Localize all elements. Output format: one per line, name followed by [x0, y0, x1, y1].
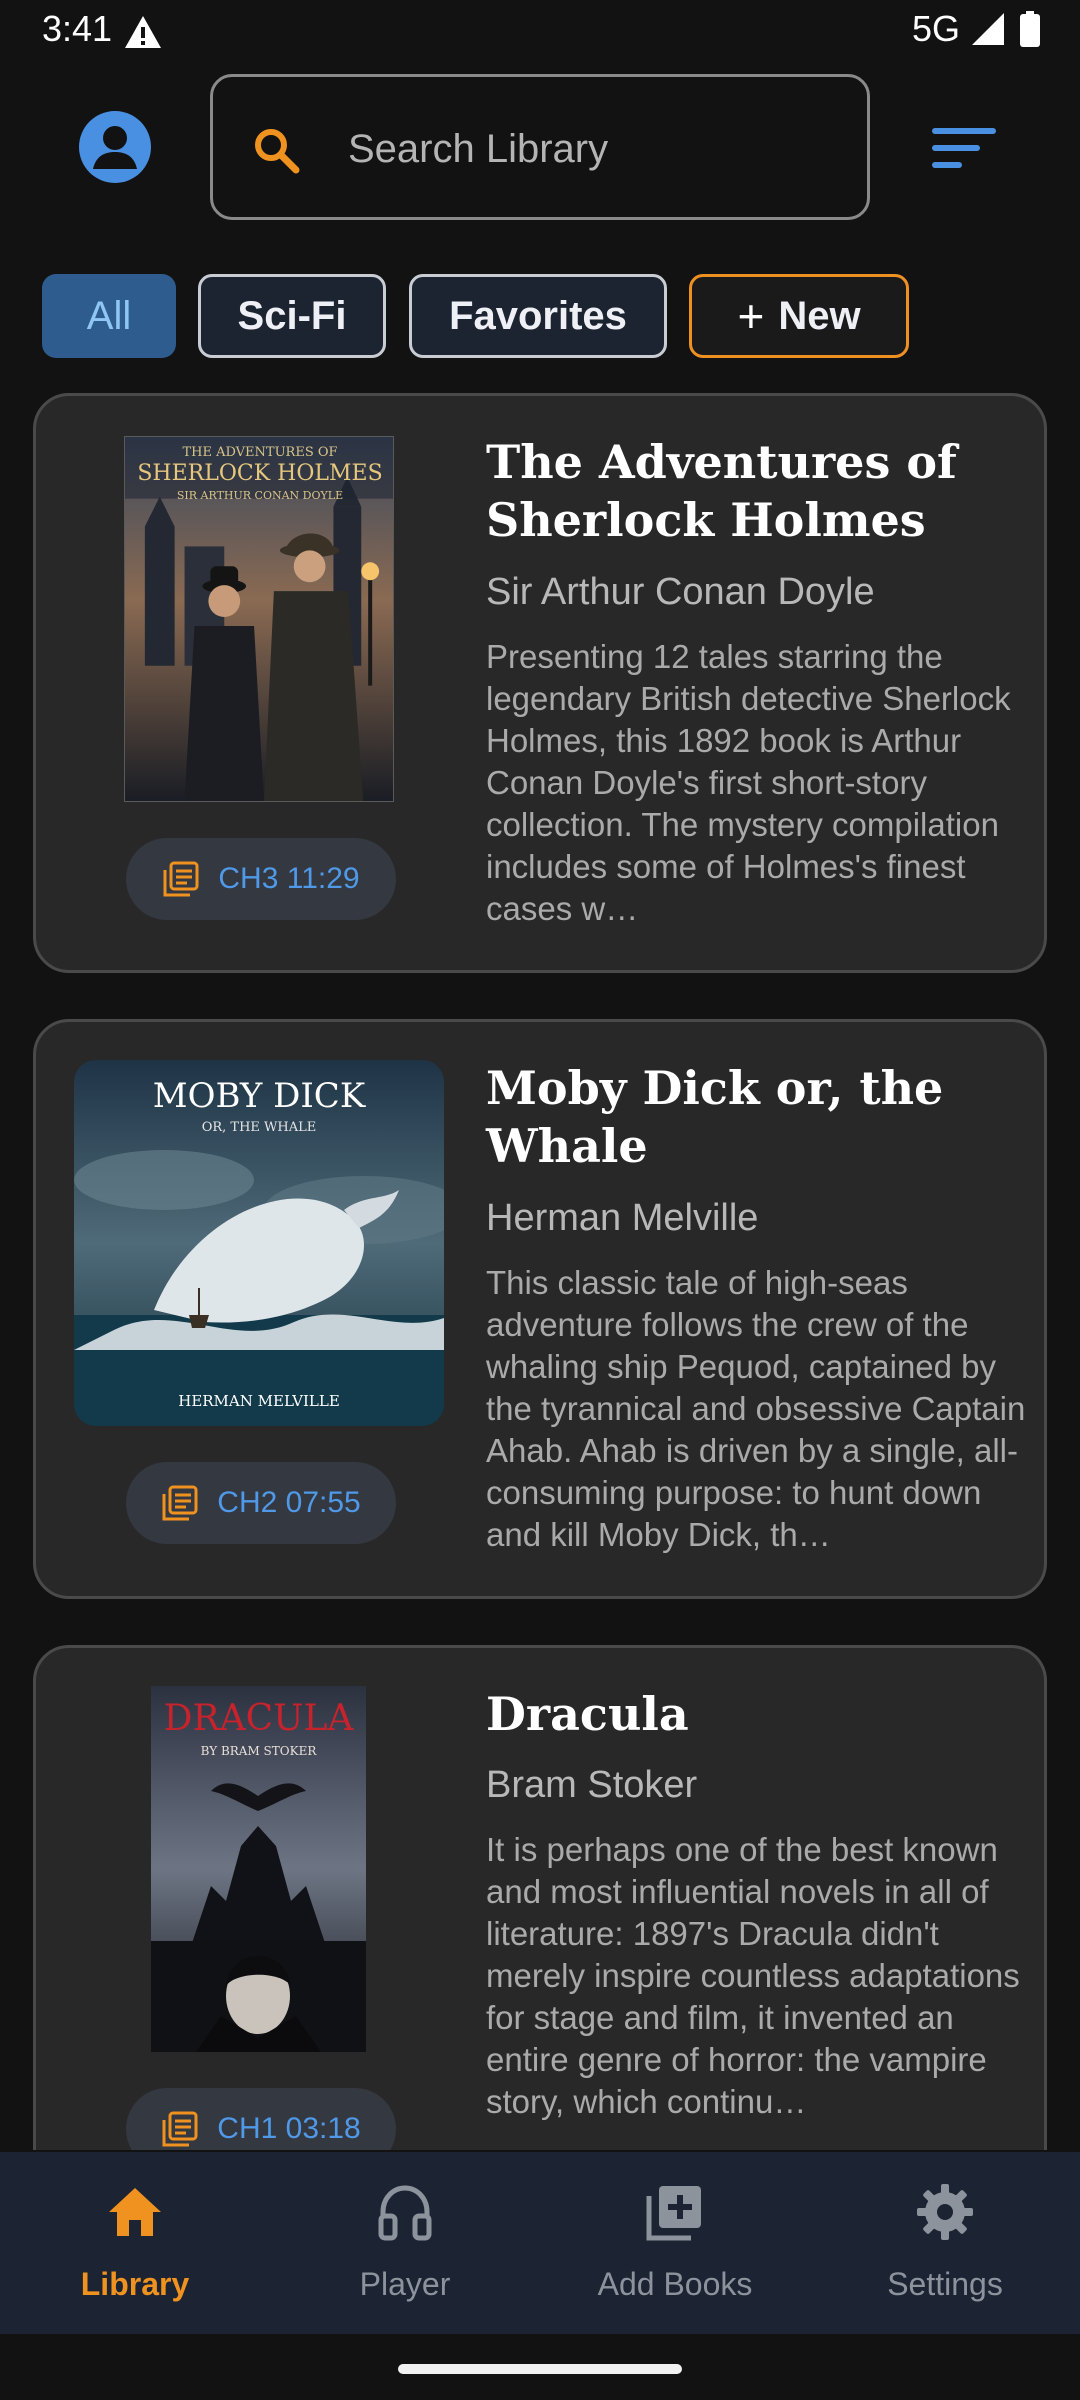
- cover-author: SIR ARTHUR CONAN DOYLE: [176, 489, 344, 502]
- signal-icon: [972, 13, 1004, 45]
- chip-label: All: [86, 293, 132, 338]
- cover-title: MOBY DICK: [152, 1076, 366, 1116]
- nav-item-add-books[interactable]: Add Books: [540, 2152, 810, 2334]
- search-bar[interactable]: [210, 74, 870, 220]
- book-cover-image: DRACULA BY BRAM STOKER: [151, 1686, 366, 2052]
- cover-subtitle: OR, THE WHALE: [201, 1120, 317, 1135]
- status-time: 3:41: [42, 8, 113, 49]
- nav-item-settings[interactable]: Settings: [810, 2152, 1080, 2334]
- chip-label: Sci-Fi: [237, 293, 347, 338]
- battery-icon: [1020, 11, 1040, 47]
- account-circle-icon[interactable]: [78, 110, 152, 184]
- book-cover-image: THE ADVENTURES OF SHERLOCK HOLMES SIR AR…: [124, 436, 394, 802]
- nav-label: Settings: [887, 2266, 1003, 2302]
- cover-author: BY BRAM STOKER: [200, 1744, 317, 1758]
- book-list[interactable]: THE ADVENTURES OF SHERLOCK HOLMES SIR AR…: [0, 380, 1080, 2150]
- add-library-icon: [646, 2186, 701, 2241]
- chapter-progress-text: CH3 11:29: [218, 862, 360, 895]
- book-description: This classic tale of high-seas adventure…: [486, 1264, 1026, 1553]
- chapter-progress-pill[interactable]: CH2 07:55: [126, 1462, 396, 1544]
- sort-icon[interactable]: [930, 124, 1000, 172]
- chip-label: Favorites: [449, 293, 627, 338]
- filter-chip-all[interactable]: All: [42, 274, 176, 358]
- nav-item-library[interactable]: Library: [0, 2152, 270, 2334]
- library-screen: 3:41 5G Search Library All Sci-Fi Favori…: [0, 0, 1080, 2400]
- plus-icon: +: [737, 290, 765, 342]
- search-icon: [255, 129, 300, 174]
- book-description: It is perhaps one of the best known and …: [486, 1831, 1020, 2120]
- filter-chip-sci-fi[interactable]: Sci-Fi: [198, 274, 386, 358]
- book-author: Sir Arthur Conan Doyle: [486, 571, 875, 613]
- status-bar: 3:41 5G: [0, 0, 1080, 62]
- home-icon: [109, 2188, 161, 2236]
- nav-item-player[interactable]: Player: [270, 2152, 540, 2334]
- search-input[interactable]: [348, 119, 828, 179]
- book-cover-image: MOBY DICK OR, THE WHALE HERMAN MELVILLE: [74, 1060, 444, 1426]
- book-description: Presenting 12 tales starring the legenda…: [486, 638, 1011, 927]
- alert-triangle-icon: [125, 16, 161, 48]
- chapters-icon: [162, 2111, 198, 2147]
- cover-title: SHERLOCK HOLMES: [137, 461, 383, 486]
- nav-label: Library: [80, 2266, 190, 2302]
- cover-author: HERMAN MELVILLE: [178, 1392, 340, 1410]
- book-card[interactable]: MOBY DICK OR, THE WHALE HERMAN MELVILLE …: [33, 1019, 1047, 1599]
- filter-chip-favorites[interactable]: Favorites: [409, 274, 667, 358]
- status-indicators: 5G: [912, 8, 1040, 50]
- gesture-handle[interactable]: [398, 2364, 682, 2374]
- book-card[interactable]: THE ADVENTURES OF SHERLOCK HOLMES SIR AR…: [33, 393, 1047, 973]
- chapter-progress-text: CH2 07:55: [217, 1486, 361, 1519]
- book-title: The Adventures of Sherlock Holmes: [486, 435, 957, 547]
- cover-title-small: THE ADVENTURES OF: [182, 445, 338, 460]
- headphones-icon: [378, 2185, 432, 2241]
- book-title: Moby Dick or, the Whale: [486, 1061, 944, 1173]
- cover-title: DRACULA: [163, 1698, 354, 1739]
- gear-icon: [917, 2184, 973, 2240]
- chip-label: New: [778, 293, 861, 338]
- network-type: 5G: [911, 8, 960, 49]
- book-author: Bram Stoker: [486, 1764, 698, 1806]
- chapter-progress-pill[interactable]: CH3 11:29: [126, 838, 396, 920]
- new-chip-button[interactable]: + New: [689, 274, 909, 358]
- book-title: Dracula: [486, 1687, 689, 1741]
- chapter-progress-text: CH1 03:18: [217, 2112, 361, 2145]
- nav-label: Add Books: [597, 2266, 753, 2302]
- nav-label: Player: [359, 2266, 451, 2302]
- chapters-icon: [162, 1485, 198, 1521]
- book-author: Herman Melville: [486, 1197, 759, 1239]
- chapters-icon: [163, 861, 199, 897]
- book-card[interactable]: DRACULA BY BRAM STOKER CH1 03:18 Dracula…: [33, 1645, 1047, 2150]
- chapter-progress-pill[interactable]: CH1 03:18: [126, 2088, 396, 2150]
- bottom-navigation: Library Player Add Books Settings: [0, 2152, 1080, 2334]
